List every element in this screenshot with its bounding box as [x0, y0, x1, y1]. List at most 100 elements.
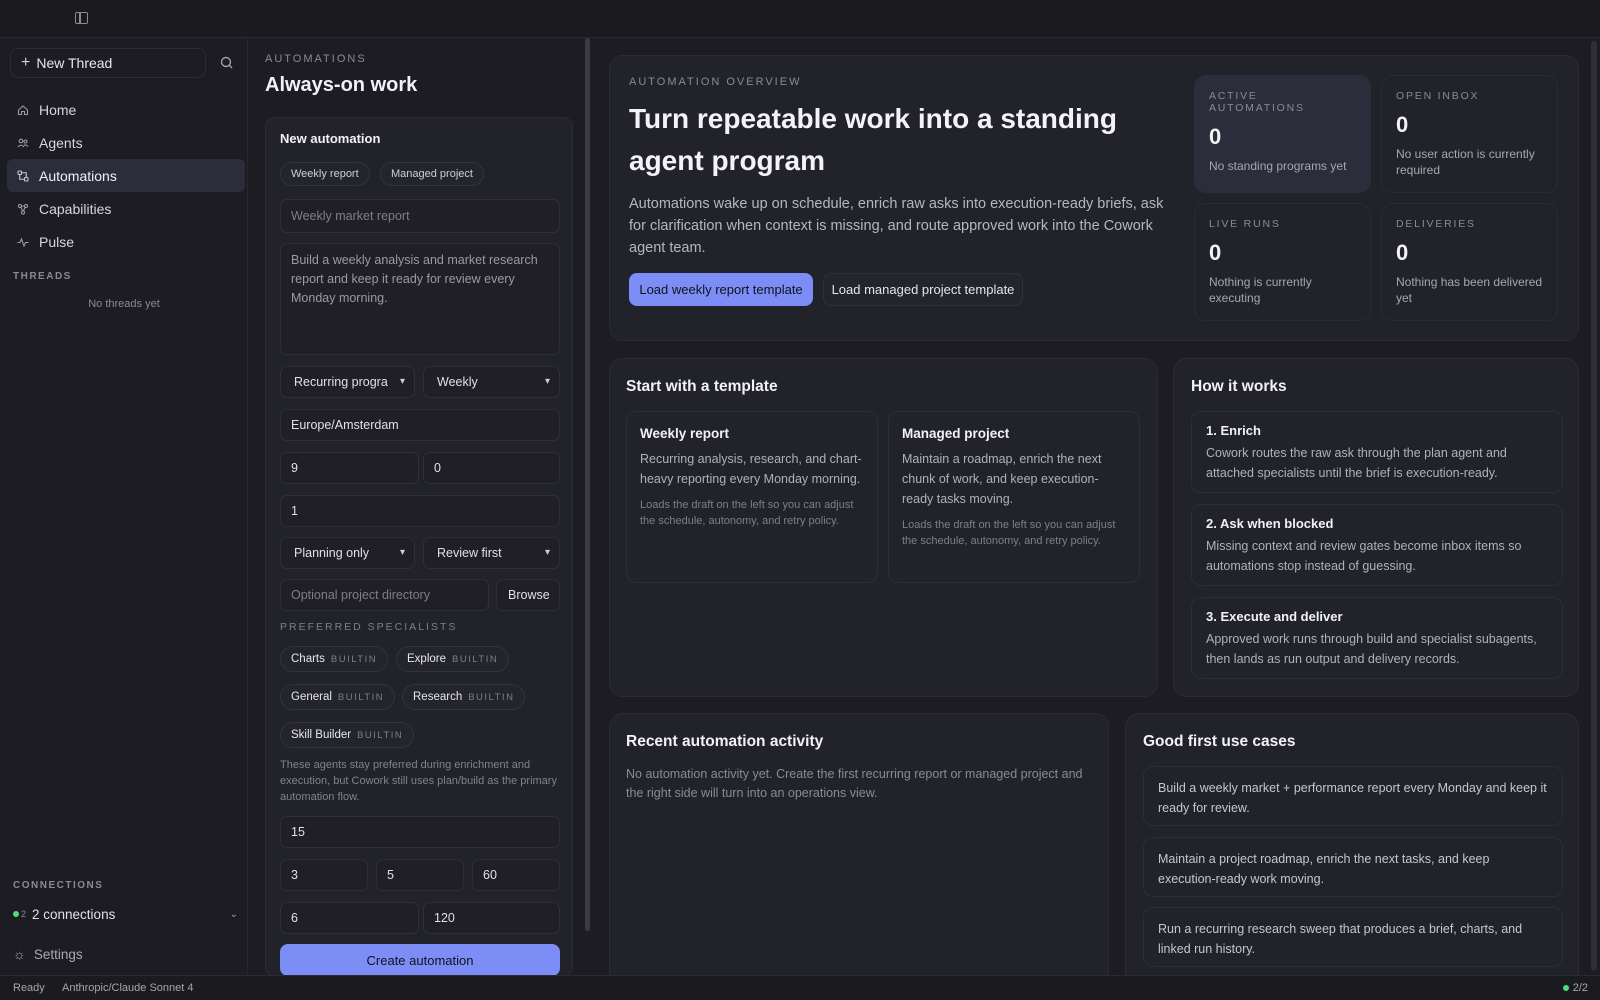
sidebar-item-capabilities[interactable]: Capabilities — [7, 192, 245, 225]
specialist-chip-skill-builder[interactable]: Skill Builder BUILTIN — [280, 722, 415, 748]
frequency-select[interactable]: Weekly ▾ — [423, 366, 560, 398]
sidebar-item-label: Home — [39, 101, 77, 118]
no-threads-text: No threads yet — [88, 298, 160, 310]
load-managed-project-button[interactable]: Load managed project template — [823, 273, 1023, 306]
autonomy-value: Planning only — [294, 546, 370, 560]
program-type-value: Recurring progra — [294, 375, 388, 389]
numeric-input-f[interactable]: 120 — [423, 902, 560, 934]
stat-label: ACTIVE AUTOMATIONS — [1209, 90, 1305, 114]
create-automation-button[interactable]: Create automation — [280, 944, 560, 976]
sidebar-item-home[interactable]: Home — [7, 93, 245, 126]
new-automation-form: New automation Weekly report Managed pro… — [265, 117, 573, 977]
status-text: Ready — [13, 982, 45, 994]
specialists-hint: These agents stay preferred during enric… — [280, 759, 557, 803]
step-description: Cowork routes the raw ask through the pl… — [1206, 446, 1507, 480]
numeric-input-a[interactable]: 15 — [280, 816, 560, 848]
activity-empty-text: No automation activity yet. Create the f… — [626, 767, 1083, 800]
specialist-tag: BUILTIN — [337, 691, 385, 703]
hour-input[interactable]: 9 — [280, 452, 419, 484]
stat-live-runs: LIVE RUNS 0 Nothing is currently executi… — [1194, 203, 1371, 321]
load-weekly-report-button[interactable]: Load weekly report template — [629, 273, 813, 306]
sidebar-item-label: Agents — [39, 134, 83, 151]
sidebar-item-label: Automations — [39, 167, 117, 184]
sidebar-item-automations[interactable]: Automations — [7, 159, 245, 192]
home-icon — [17, 104, 29, 116]
sidebar-item-pulse[interactable]: Pulse — [7, 225, 245, 258]
pulse-icon — [17, 236, 29, 248]
activity-panel — [609, 713, 1109, 993]
threads-section-label: THREADS — [13, 271, 72, 282]
browse-button[interactable]: Browse — [496, 579, 560, 611]
template-card-weekly-report[interactable]: Weekly report Recurring analysis, resear… — [626, 411, 878, 583]
use-case-item[interactable]: Run a recurring research sweep that prod… — [1143, 907, 1563, 967]
template-note: Loads the draft on the left so you can a… — [902, 519, 1116, 547]
specialist-tag: BUILTIN — [468, 691, 515, 703]
specialist-chip-general[interactable]: General BUILTIN — [280, 684, 396, 710]
day-input[interactable]: 1 — [280, 495, 560, 527]
sidebar: + New Thread Home Agents Automations Cap… — [0, 38, 248, 975]
model-label[interactable]: Anthropic/Claude Sonnet 4 — [62, 982, 193, 994]
specialist-tag: BUILTIN — [452, 653, 499, 665]
autonomy-select[interactable]: Planning only ▾ — [280, 537, 415, 569]
stat-deliveries: DELIVERIES 0 Nothing has been delivered … — [1381, 203, 1558, 321]
pane-scrollbar[interactable] — [585, 38, 590, 931]
overview-title: Turn repeatable work into a standing age… — [629, 103, 1117, 176]
chevron-down-icon: ▾ — [544, 547, 550, 558]
stat-active-automations: ACTIVE AUTOMATIONS 0 No standing program… — [1194, 75, 1371, 193]
stat-description: No standing programs yet — [1209, 159, 1347, 173]
description-textarea[interactable]: Build a weekly analysis and market resea… — [280, 243, 560, 355]
scrollbar-thumb[interactable] — [1591, 41, 1597, 971]
sidebar-item-label: Capabilities — [39, 200, 112, 217]
numeric-input-d[interactable]: 60 — [472, 859, 560, 891]
step-title: 3. Execute and deliver — [1206, 609, 1343, 624]
settings-label: Settings — [33, 946, 83, 962]
review-select[interactable]: Review first ▾ — [423, 537, 560, 569]
template-title: Managed project — [902, 426, 1010, 441]
new-thread-label: New Thread — [36, 55, 113, 71]
specialists-section-label: PREFERRED SPECIALISTS — [280, 621, 458, 633]
stat-description: No user action is currently required — [1396, 147, 1535, 177]
new-thread-button[interactable]: + New Thread — [10, 48, 206, 78]
stat-label: DELIVERIES — [1396, 218, 1476, 230]
sidebar-item-agents[interactable]: Agents — [7, 126, 245, 159]
timezone-input[interactable]: Europe/Amsterdam — [280, 409, 560, 441]
specialist-chip-explore[interactable]: Explore BUILTIN — [396, 646, 510, 672]
minute-input[interactable]: 0 — [423, 452, 560, 484]
specialist-tag: BUILTIN — [330, 653, 378, 665]
specialist-name: Research — [413, 691, 463, 703]
name-input[interactable]: Weekly market report — [280, 199, 560, 233]
how-step-execute: 3. Execute and deliver Approved work run… — [1191, 597, 1563, 679]
specialist-tag: BUILTIN — [357, 729, 404, 741]
numeric-input-e[interactable]: 6 — [280, 902, 419, 934]
overview-description: Automations wake up on schedule, enrich … — [629, 196, 1164, 256]
main-scrollbar[interactable] — [1590, 38, 1598, 975]
activity-title: Recent automation activity — [626, 733, 824, 750]
gear-icon: ☼ — [13, 946, 26, 962]
step-title: 1. Enrich — [1206, 423, 1261, 438]
how-step-enrich: 1. Enrich Cowork routes the raw ask thro… — [1191, 411, 1563, 493]
template-card-managed-project[interactable]: Managed project Maintain a roadmap, enri… — [888, 411, 1140, 583]
settings-button[interactable]: ☼ Settings — [13, 946, 83, 962]
sidebar-toggle-icon[interactable] — [75, 12, 88, 24]
chevron-down-icon: ▾ — [544, 376, 550, 387]
program-type-select[interactable]: Recurring progra ▾ — [280, 366, 415, 398]
use-case-item[interactable]: Maintain a project roadmap, enrich the n… — [1143, 837, 1563, 897]
search-icon[interactable] — [216, 52, 238, 74]
sidebar-nav: Home Agents Automations Capabilities Pul… — [7, 93, 245, 258]
connections-dropdown[interactable]: 2 2 connections ⌄ — [13, 904, 238, 924]
chip-managed-project[interactable]: Managed project — [380, 162, 484, 186]
chip-weekly-report[interactable]: Weekly report — [280, 162, 370, 186]
review-value: Review first — [437, 546, 502, 560]
specialist-chip-research[interactable]: Research BUILTIN — [402, 684, 526, 710]
specialist-chip-charts[interactable]: Charts BUILTIN — [280, 646, 389, 672]
connections-count: 2 — [21, 909, 27, 919]
project-directory-input[interactable]: Optional project directory — [280, 579, 489, 611]
templates-title: Start with a template — [626, 378, 778, 395]
numeric-input-b[interactable]: 3 — [280, 859, 368, 891]
status-dot-icon — [13, 911, 19, 917]
numeric-input-c[interactable]: 5 — [376, 859, 464, 891]
connections-label: 2 connections — [32, 906, 116, 922]
template-description: Maintain a roadmap, enrich the next chun… — [902, 452, 1102, 506]
use-case-item[interactable]: Build a weekly market + performance repo… — [1143, 766, 1563, 826]
use-cases-title: Good first use cases — [1143, 733, 1296, 750]
